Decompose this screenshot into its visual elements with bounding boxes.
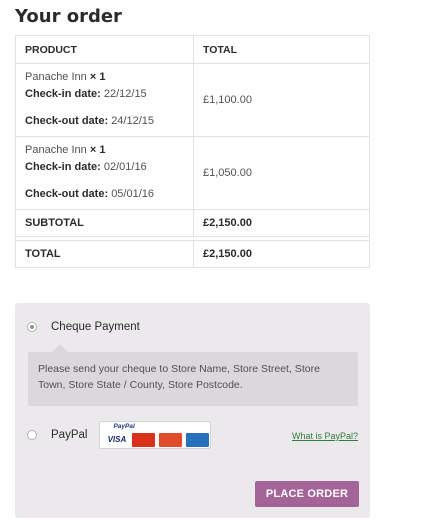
product-qty: × 1 [89, 144, 106, 156]
paypal-radio[interactable] [27, 430, 37, 440]
what-is-paypal-link[interactable]: What is PayPal? [292, 431, 358, 441]
place-order-button[interactable]: PLACE ORDER [255, 481, 359, 507]
amex-card-icon [186, 433, 210, 447]
cheque-payment-option[interactable]: Cheque Payment [27, 321, 140, 333]
product-header: PRODUCT [15, 35, 194, 64]
order-item-row: Panache Inn × 1 Check-in date: 22/12/15 … [15, 63, 370, 137]
paypal-acceptance-logo: PayPal VISA [99, 421, 212, 449]
checkout-value: 05/01/16 [111, 188, 155, 200]
paypal-label[interactable]: PayPal [51, 429, 87, 441]
cheque-description: Please send your cheque to Store Name, S… [28, 344, 358, 406]
checkin-value: 22/12/15 [103, 88, 147, 100]
product-cell: Panache Inn × 1 Check-in date: 22/12/15 … [15, 63, 194, 137]
checkout-label: Check-out date: [25, 188, 109, 200]
product-name: Panache Inn [25, 71, 87, 83]
total-label: TOTAL [15, 240, 194, 268]
mastercard-icon [132, 433, 156, 447]
checkout-value: 24/12/15 [111, 115, 155, 127]
product-cell: Panache Inn × 1 Check-in date: 02/01/16 … [15, 136, 194, 210]
product-qty: × 1 [89, 71, 106, 83]
maestro-card-icon [159, 433, 183, 447]
visa-card-icon: VISA [105, 433, 129, 447]
checkin-value: 02/01/16 [103, 161, 147, 173]
checkin-label: Check-in date: [25, 161, 101, 173]
subtotal-label: SUBTOTAL [15, 209, 194, 237]
total-header: TOTAL [193, 35, 370, 64]
subtotal-value: £2,150.00 [193, 209, 370, 237]
item-price: £1,050.00 [193, 136, 370, 210]
payment-methods-box: Cheque Payment Please send your cheque t… [15, 303, 370, 518]
order-title: Your order [15, 6, 122, 27]
item-price: £1,100.00 [193, 63, 370, 137]
total-row: TOTAL £2,150.00 [15, 240, 370, 268]
checkout-label: Check-out date: [25, 115, 109, 127]
product-name: Panache Inn [25, 144, 87, 156]
order-item-row: Panache Inn × 1 Check-in date: 02/01/16 … [15, 136, 370, 210]
paypal-payment-option[interactable]: PayPal PayPal VISA [27, 421, 212, 449]
cheque-radio[interactable] [27, 322, 37, 332]
checkin-label: Check-in date: [25, 88, 101, 100]
table-header-row: PRODUCT TOTAL [15, 35, 370, 64]
order-table: PRODUCT TOTAL Panache Inn × 1 Check-in d… [15, 35, 370, 268]
total-value: £2,150.00 [193, 240, 370, 268]
cheque-label[interactable]: Cheque Payment [51, 321, 140, 333]
subtotal-row: SUBTOTAL £2,150.00 [15, 209, 370, 237]
paypal-logo-icon: PayPal [113, 423, 135, 430]
